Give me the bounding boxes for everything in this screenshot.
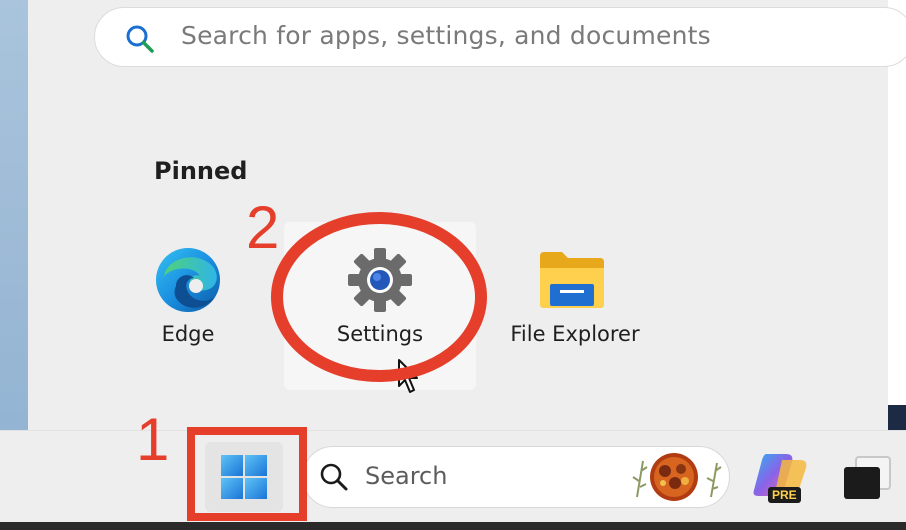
pinned-app-file-explorer[interactable]: File Explorer [500,222,650,390]
folder-icon [538,248,606,314]
desktop-right-dark-edge [888,405,906,431]
start-search-input[interactable]: Search for apps, settings, and documents [94,7,906,67]
desktop-bottom-strip [0,522,906,530]
pinned-section-title: Pinned [154,157,248,185]
desktop-wallpaper-edge [0,0,28,430]
search-icon [319,462,349,496]
taskbar-search-label: Search [365,462,448,490]
annotation-box-start [187,427,307,521]
taskbar-search-box[interactable]: Search [302,446,730,508]
desktop-right-edge [888,68,906,408]
annotation-step-2: 2 [246,194,280,261]
edge-icon [154,246,222,318]
annotation-step-1: 1 [136,406,170,473]
search-highlight-food-icon[interactable] [629,451,723,507]
search-placeholder: Search for apps, settings, and documents [181,21,711,50]
pinned-app-edge[interactable]: Edge [118,222,258,390]
copilot-pre-badge: PRE [768,487,801,503]
search-icon [125,24,155,54]
pinned-app-label: Edge [161,322,215,346]
pinned-app-label: File Explorer [510,322,640,346]
annotation-circle-settings [271,212,487,382]
task-view-icon[interactable] [840,455,894,505]
